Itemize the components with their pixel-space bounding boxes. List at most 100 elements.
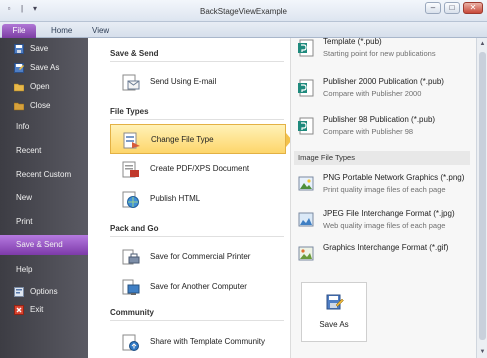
open-folder-icon <box>14 82 24 92</box>
file-type-title: JPEG File Interchange Format (*.jpg) <box>323 209 455 218</box>
commercial-printer-icon <box>122 249 140 266</box>
file-type-option-publisher-98[interactable]: Publisher 98 Publication (*.pub) Compare… <box>291 111 467 145</box>
publisher-2000-icon <box>298 79 314 97</box>
maximize-button[interactable]: □ <box>444 2 460 14</box>
image-file-types-heading: Image File Types <box>294 151 470 165</box>
email-send-icon <box>122 74 140 91</box>
section-divider <box>110 61 284 62</box>
file-type-description: Starting point for new publications <box>323 49 436 58</box>
section-heading-pack-and-go: Pack and Go <box>110 224 159 233</box>
file-type-option-jpeg[interactable]: JPEG File Interchange Format (*.jpg) Web… <box>291 205 467 239</box>
save-as-button[interactable]: Save As <box>301 282 367 342</box>
section-heading-save-send: Save & Send <box>110 49 159 58</box>
file-type-title: PNG Portable Network Graphics (*.png) <box>323 173 465 182</box>
save-for-another-computer-button[interactable]: Save for Another Computer <box>110 272 286 302</box>
sidebar-item-save-as[interactable]: Save As <box>0 58 88 78</box>
sidebar-item-open[interactable]: Open <box>0 77 88 97</box>
sidebar-item-options[interactable]: Options <box>0 282 88 302</box>
scroll-up-arrow-icon[interactable]: ▲ <box>479 40 486 48</box>
file-type-option-publisher-2000[interactable]: Publisher 2000 Publication (*.pub) Compa… <box>291 73 467 107</box>
file-type-option-gif[interactable]: Graphics Interchange Format (*.gif) <box>291 239 467 273</box>
file-type-option-png[interactable]: PNG Portable Network Graphics (*.png) Pr… <box>291 169 467 203</box>
tab-home[interactable]: Home <box>51 24 72 38</box>
sidebar-item-label: Print <box>16 217 33 226</box>
section-divider <box>110 119 284 120</box>
sidebar-item-label: New <box>16 193 33 202</box>
png-image-icon <box>298 175 314 193</box>
section-heading-file-types: File Types <box>110 107 149 116</box>
save-icon <box>14 44 24 54</box>
file-type-description: Print quality image files of each page <box>323 185 446 194</box>
scroll-down-arrow-icon[interactable]: ▼ <box>479 348 486 356</box>
sidebar-item-new[interactable]: New <box>0 188 88 208</box>
close-button[interactable]: ✕ <box>463 2 483 14</box>
jpeg-image-icon <box>298 211 314 229</box>
file-type-option-template[interactable]: Template (*.pub) Starting point for new … <box>291 38 467 67</box>
sidebar-item-recent[interactable]: Recent <box>0 141 88 161</box>
change-file-type-button[interactable]: Change File Type <box>110 124 292 154</box>
sidebar-item-save[interactable]: Save <box>0 39 88 59</box>
save-as-icon <box>14 63 24 73</box>
sidebar-item-label: Open <box>30 82 50 91</box>
sidebar-item-recent-custom[interactable]: Recent Custom <box>0 165 88 185</box>
section-divider <box>110 320 284 321</box>
share-with-template-community-button[interactable]: Share with Template Community <box>110 327 286 357</box>
sidebar-item-save-and-send[interactable]: Save & Send <box>0 235 95 255</box>
tab-view[interactable]: View <box>92 24 109 38</box>
sidebar-item-label: Save <box>30 44 49 53</box>
command-label: Share with Template Community <box>150 337 266 346</box>
scroll-thumb[interactable] <box>479 52 486 340</box>
title-bar: ▫ | ▾ BackStageViewExample – □ ✕ <box>0 0 487 22</box>
sidebar-item-label: Help <box>16 265 33 274</box>
ribbon-tab-bar: File Home View <box>0 22 487 38</box>
file-type-description: Compare with Publisher 98 <box>323 127 414 136</box>
file-type-detail-panel: Template (*.pub) Starting point for new … <box>290 38 476 358</box>
sidebar-item-exit[interactable]: Exit <box>0 300 88 320</box>
close-folder-icon <box>14 101 24 111</box>
file-type-title: Graphics Interchange Format (*.gif) <box>323 243 449 252</box>
exit-icon <box>14 305 24 315</box>
sidebar-item-label: Save As <box>30 63 60 72</box>
save-for-commercial-printer-button[interactable]: Save for Commercial Printer <box>110 242 286 272</box>
publish-html-button[interactable]: Publish HTML <box>110 184 286 214</box>
file-type-title: Publisher 98 Publication (*.pub) <box>323 115 436 124</box>
publisher-98-icon <box>298 117 314 135</box>
sidebar-item-close[interactable]: Close <box>0 96 88 116</box>
pdf-document-icon <box>122 161 140 178</box>
file-type-title: Publisher 2000 Publication (*.pub) <box>323 77 444 86</box>
command-label: Change File Type <box>151 135 214 144</box>
sidebar-item-print[interactable]: Print <box>0 212 88 232</box>
save-as-icon <box>326 293 344 311</box>
sidebar-item-label: Recent Custom <box>16 170 72 179</box>
save-send-panel: Save & Send Send Using E-mail File Types… <box>88 38 292 358</box>
command-label: Create PDF/XPS Document <box>150 164 250 173</box>
command-label: Send Using E-mail <box>150 77 217 86</box>
command-label: Publish HTML <box>150 194 201 203</box>
command-label: Save for Commercial Printer <box>150 252 251 261</box>
save-as-label: Save As <box>319 320 349 329</box>
create-pdf-xps-button[interactable]: Create PDF/XPS Document <box>110 154 286 184</box>
send-using-email-button[interactable]: Send Using E-mail <box>110 67 286 97</box>
backstage-sidebar: Save Save As Open Close Info Recent Rece… <box>0 38 95 358</box>
vertical-scrollbar[interactable]: ▲ ▼ <box>476 38 487 358</box>
publish-html-icon <box>122 191 140 208</box>
template-community-icon <box>122 334 140 351</box>
window-controls: – □ ✕ <box>425 2 483 14</box>
file-type-description: Compare with Publisher 2000 <box>323 89 422 98</box>
file-type-title: Template (*.pub) <box>323 38 382 46</box>
file-type-description: Web quality image files of each page <box>323 221 446 230</box>
sidebar-item-label: Options <box>30 287 58 296</box>
sidebar-item-label: Recent <box>16 146 42 155</box>
another-computer-icon <box>122 279 140 296</box>
tab-file[interactable]: File <box>2 24 36 38</box>
section-heading-community: Community <box>110 308 154 317</box>
sidebar-item-info[interactable]: Info <box>0 117 88 137</box>
sidebar-item-label: Save & Send <box>16 240 63 249</box>
sidebar-item-label: Exit <box>30 305 44 314</box>
sidebar-item-help[interactable]: Help <box>0 260 88 280</box>
publisher-template-icon <box>298 39 314 57</box>
minimize-button[interactable]: – <box>425 2 441 14</box>
window-title: BackStageViewExample <box>199 7 287 16</box>
command-label: Save for Another Computer <box>150 282 247 291</box>
gif-image-icon <box>298 245 314 263</box>
